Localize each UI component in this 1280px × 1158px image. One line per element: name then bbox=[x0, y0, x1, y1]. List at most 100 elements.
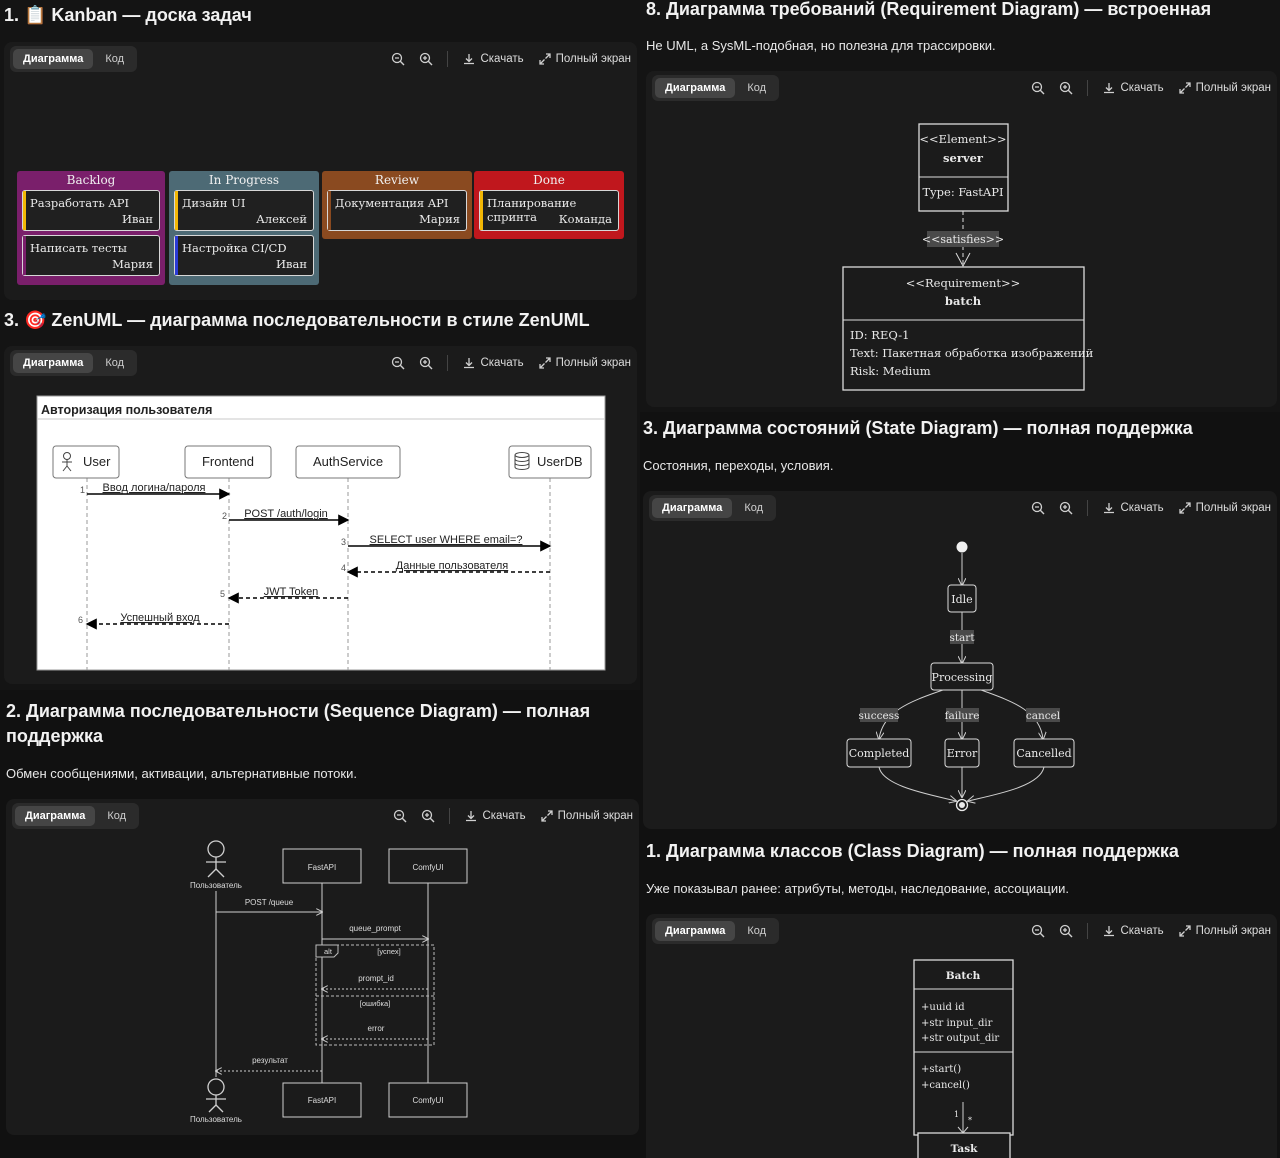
requirement-card: Диаграмма Код Скачать Полный экран <<Ele… bbox=[646, 71, 1277, 407]
kanban-title: 1. 📋 Kanban — доска задач bbox=[4, 5, 252, 25]
task-text: Документация API bbox=[335, 196, 449, 210]
column-title: Done bbox=[533, 173, 565, 187]
zoom-out-icon[interactable] bbox=[1031, 501, 1045, 515]
kanban-task-card[interactable]: Дизайн UI Алексей bbox=[174, 190, 314, 231]
zoom-out-icon[interactable] bbox=[393, 809, 407, 823]
message-label: Успешный вход bbox=[120, 612, 200, 624]
zenuml-title: 3. 🎯 ZenUML — диаграмма последовательнос… bbox=[4, 310, 590, 330]
download-button[interactable]: Скачать bbox=[1102, 924, 1164, 938]
class-name: Task bbox=[951, 1143, 979, 1155]
state-label: Error bbox=[947, 747, 978, 760]
zoom-in-icon[interactable] bbox=[421, 809, 435, 823]
participant-label: Frontend bbox=[202, 454, 254, 469]
download-icon bbox=[462, 356, 476, 370]
tab-code[interactable]: Код bbox=[97, 806, 136, 826]
zenuml-card: Диаграмма Код Скачать Полный экран Автор… bbox=[4, 346, 637, 684]
tab-code[interactable]: Код bbox=[737, 921, 776, 941]
fullscreen-label: Полный экран bbox=[557, 810, 633, 822]
fullscreen-button[interactable]: Полный экран bbox=[538, 356, 631, 370]
task-text: Разработать API bbox=[30, 196, 130, 210]
state-label: Cancelled bbox=[1016, 747, 1071, 760]
view-tabs: Диаграмма Код bbox=[652, 918, 780, 944]
fullscreen-label: Полный экран bbox=[555, 53, 631, 65]
expand-icon bbox=[540, 809, 554, 823]
transition-label: failure bbox=[945, 710, 980, 722]
zoom-in-icon[interactable] bbox=[1059, 924, 1073, 938]
class-diagram: Batch +uuid id +str input_dir +str outpu… bbox=[913, 959, 1014, 1158]
zenuml-frame bbox=[36, 395, 606, 671]
kanban-column-review: Review Документация API Мария bbox=[322, 171, 472, 239]
download-button[interactable]: Скачать bbox=[1102, 501, 1164, 515]
message-label: SELECT user WHERE email=? bbox=[370, 534, 523, 546]
message-number: 5 bbox=[220, 589, 225, 599]
task-text: Настройка CI/CD bbox=[182, 241, 287, 255]
column-title: Review bbox=[374, 173, 420, 187]
view-tabs: Диаграмма Код bbox=[10, 46, 138, 72]
zoom-out-icon[interactable] bbox=[391, 356, 405, 370]
participant-label: User bbox=[83, 454, 111, 469]
toolbar-divider bbox=[447, 51, 449, 67]
tab-diagram[interactable]: Диаграмма bbox=[15, 806, 96, 826]
actor-top: Пользователь bbox=[190, 840, 242, 890]
state-section: 3. Диаграмма состояний (State Diagram) —… bbox=[640, 412, 1280, 834]
tab-diagram[interactable]: Диаграмма bbox=[655, 78, 736, 98]
message-label: JWT Token bbox=[264, 586, 319, 598]
zoom-in-icon[interactable] bbox=[419, 52, 433, 66]
sequence-title-line1: 2. Диаграмма последовательности (Sequenc… bbox=[6, 701, 591, 721]
tab-diagram[interactable]: Диаграмма bbox=[13, 353, 94, 373]
download-button[interactable]: Скачать bbox=[462, 356, 524, 370]
participant-frontend: Frontend bbox=[184, 445, 272, 479]
zoom-out-icon[interactable] bbox=[1031, 924, 1045, 938]
class-method: +start() bbox=[921, 1064, 961, 1075]
download-button[interactable]: Скачать bbox=[1102, 81, 1164, 95]
zoom-in-icon[interactable] bbox=[419, 356, 433, 370]
fullscreen-button[interactable]: Полный экран bbox=[540, 809, 633, 823]
tab-diagram[interactable]: Диаграмма bbox=[655, 921, 736, 941]
class-attribute: +str input_dir bbox=[921, 1018, 993, 1029]
kanban-task-card[interactable]: Планирование спринта Команда bbox=[479, 190, 619, 231]
expand-icon bbox=[538, 356, 552, 370]
message-label: результат bbox=[252, 1056, 288, 1065]
alt-condition: [ошибка] bbox=[360, 999, 390, 1008]
tab-code[interactable]: Код bbox=[95, 353, 134, 373]
toolbar-actions: Скачать Полный экран bbox=[391, 355, 631, 371]
element-name: server bbox=[943, 151, 984, 165]
zoom-in-icon[interactable] bbox=[1059, 81, 1073, 95]
message-label: prompt_id bbox=[358, 974, 394, 983]
fullscreen-button[interactable]: Полный экран bbox=[1178, 501, 1271, 515]
zoom-in-icon[interactable] bbox=[1059, 501, 1073, 515]
tab-code[interactable]: Код bbox=[95, 49, 134, 69]
tab-diagram[interactable]: Диаграмма bbox=[652, 498, 733, 518]
fullscreen-button[interactable]: Полный экран bbox=[1178, 81, 1271, 95]
class-desc: Уже показывал ранее: атрибуты, методы, н… bbox=[646, 881, 1069, 896]
relation-label: <<satisfies>> bbox=[922, 233, 1004, 246]
zoom-out-icon[interactable] bbox=[391, 52, 405, 66]
element-box: <<Element>> server Type: FastAPI bbox=[918, 123, 1009, 212]
tab-diagram[interactable]: Диаграмма bbox=[13, 49, 94, 69]
participant-user: User bbox=[52, 445, 120, 479]
multiplicity: 1 bbox=[954, 1110, 959, 1119]
kanban-task-card[interactable]: Написать тесты Мария bbox=[22, 235, 160, 276]
download-button[interactable]: Скачать bbox=[462, 52, 524, 66]
download-button[interactable]: Скачать bbox=[464, 809, 526, 823]
state-diagram: Idle start Processing success failure ca… bbox=[846, 541, 1075, 812]
task-assignee: Иван bbox=[121, 212, 153, 226]
toolbar-divider bbox=[1087, 500, 1089, 516]
transition-label: start bbox=[949, 632, 975, 644]
toolbar-actions: Скачать Полный экран bbox=[1031, 923, 1271, 939]
tab-code[interactable]: Код bbox=[737, 78, 776, 98]
state-desc: Состояния, переходы, условия. bbox=[643, 458, 834, 473]
column-title: Backlog bbox=[66, 173, 116, 187]
state-label: Idle bbox=[951, 593, 972, 606]
alt-label: alt bbox=[324, 947, 333, 956]
fullscreen-button[interactable]: Полный экран bbox=[1178, 924, 1271, 938]
kanban-task-card[interactable]: Документация API Мария bbox=[327, 190, 467, 231]
kanban-column-done: Done Планирование спринта Команда bbox=[474, 171, 624, 239]
fullscreen-button[interactable]: Полный экран bbox=[538, 52, 631, 66]
zoom-out-icon[interactable] bbox=[1031, 81, 1045, 95]
class-name: Batch bbox=[946, 970, 981, 982]
tab-code[interactable]: Код bbox=[734, 498, 773, 518]
kanban-task-card[interactable]: Разработать API Иван bbox=[22, 190, 160, 231]
kanban-task-card[interactable]: Настройка CI/CD Иван bbox=[174, 235, 314, 276]
state-title: 3. Диаграмма состояний (State Diagram) —… bbox=[643, 418, 1193, 438]
